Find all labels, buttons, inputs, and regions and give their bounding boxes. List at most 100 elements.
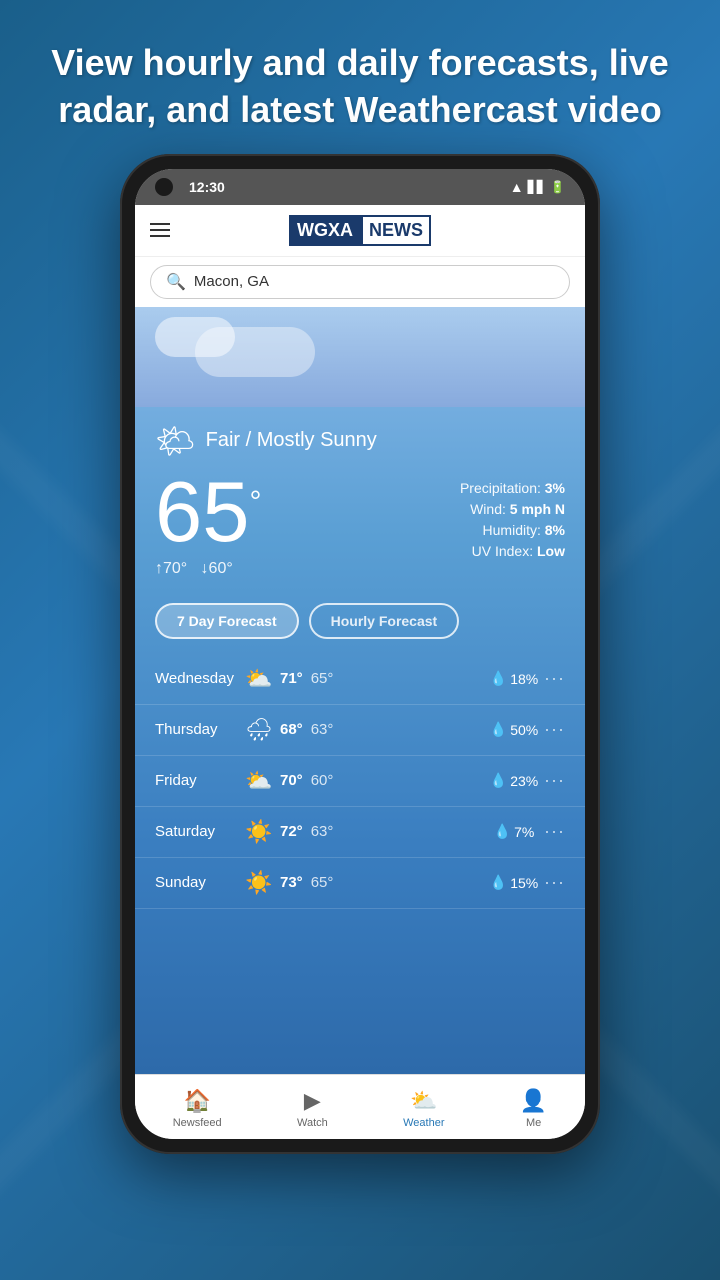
forecast-high: 73° bbox=[280, 874, 303, 891]
forecast-precip: 💧 7% bbox=[484, 823, 544, 840]
temp-range: ↑70° ↓60° bbox=[155, 560, 262, 578]
nav-label-weather: Weather bbox=[403, 1117, 444, 1129]
forecast-temps: 70° 60° bbox=[280, 772, 484, 789]
nav-icon-weather: ⛅ bbox=[410, 1088, 437, 1114]
bottom-nav: 🏠 Newsfeed ▶ Watch ⛅ Weather 👤 Me bbox=[135, 1074, 585, 1139]
precip-icon: 💧 bbox=[490, 772, 507, 789]
forecast-row[interactable]: Wednesday ⛅ 71° 65° 💧 18% ··· bbox=[135, 654, 585, 705]
forecast-precip: 💧 18% bbox=[484, 670, 544, 687]
forecast-tabs: 7 Day Forecast Hourly Forecast bbox=[135, 593, 585, 649]
forecast-precip: 💧 15% bbox=[484, 874, 544, 891]
precipitation-detail: Precipitation: 3% bbox=[460, 480, 565, 496]
status-time: 12:30 bbox=[189, 179, 225, 195]
temperature-section: 65° ↑70° ↓60° bbox=[155, 470, 262, 578]
forecast-precip: 💧 23% bbox=[484, 772, 544, 789]
temperature-value: 65° bbox=[155, 470, 262, 555]
top-nav: WGXA NEWS bbox=[135, 205, 585, 257]
wind-detail: Wind: 5 mph N bbox=[460, 501, 565, 517]
forecast-temps: 68° 63° bbox=[280, 721, 484, 738]
humidity-detail: Humidity: 8% bbox=[460, 522, 565, 538]
degree-symbol: ° bbox=[250, 485, 262, 518]
forecast-day: Saturday bbox=[155, 823, 245, 840]
status-icons: ▲ ▋▋ 🔋 bbox=[510, 179, 565, 195]
forecast-low: 63° bbox=[311, 823, 334, 840]
camera-notch bbox=[155, 178, 173, 196]
weather-condition-icon: 🌤 bbox=[155, 422, 196, 460]
precip-value: 15% bbox=[510, 875, 538, 891]
forecast-low: 65° bbox=[311, 670, 334, 687]
forecast-row[interactable]: Sunday ☀️ 73° 65° 💧 15% ··· bbox=[135, 858, 585, 909]
nav-item-watch[interactable]: ▶ Watch bbox=[282, 1083, 343, 1134]
precip-icon: 💧 bbox=[490, 721, 507, 738]
forecast-low: 65° bbox=[311, 874, 334, 891]
forecast-high: 72° bbox=[280, 823, 303, 840]
forecast-condition-icon: ☀️ bbox=[245, 870, 280, 896]
forecast-row[interactable]: Friday ⛅ 70° 60° 💧 23% ··· bbox=[135, 756, 585, 807]
forecast-condition-icon: 🌧 bbox=[245, 717, 280, 743]
menu-line-3 bbox=[150, 235, 170, 237]
nav-icon-newsfeed: 🏠 bbox=[183, 1088, 210, 1114]
forecast-row[interactable]: Saturday ☀️ 72° 63° 💧 7% ··· bbox=[135, 807, 585, 858]
forecast-high: 70° bbox=[280, 772, 303, 789]
weather-content: 🌤 Fair / Mostly Sunny 65° ↑70° ↓60° bbox=[135, 307, 585, 1074]
uv-detail: UV Index: Low bbox=[460, 543, 565, 559]
precip-icon: 💧 bbox=[494, 823, 511, 840]
menu-line-1 bbox=[150, 223, 170, 225]
forecast-list: Wednesday ⛅ 71° 65° 💧 18% ··· Thursday 🌧… bbox=[135, 649, 585, 914]
nav-label-watch: Watch bbox=[297, 1117, 328, 1129]
forecast-precip: 💧 50% bbox=[484, 721, 544, 738]
nav-item-weather[interactable]: ⛅ Weather bbox=[388, 1083, 459, 1134]
precip-icon: 💧 bbox=[490, 874, 507, 891]
forecast-condition-icon: ☀️ bbox=[245, 819, 280, 845]
forecast-row[interactable]: Thursday 🌧 68° 63° 💧 50% ··· bbox=[135, 705, 585, 756]
nav-label-newsfeed: Newsfeed bbox=[173, 1117, 222, 1129]
weather-sky bbox=[135, 307, 585, 407]
forecast-condition-icon: ⛅ bbox=[245, 768, 280, 794]
forecast-more-icon[interactable]: ··· bbox=[544, 770, 565, 791]
weather-main: 🌤 Fair / Mostly Sunny 65° ↑70° ↓60° bbox=[135, 407, 585, 593]
forecast-more-icon[interactable]: ··· bbox=[544, 719, 565, 740]
forecast-day: Friday bbox=[155, 772, 245, 789]
hamburger-menu[interactable] bbox=[150, 223, 170, 237]
status-bar: 12:30 ▲ ▋▋ 🔋 bbox=[135, 169, 585, 205]
nav-item-me[interactable]: 👤 Me bbox=[505, 1083, 562, 1134]
forecast-temps: 73° 65° bbox=[280, 874, 484, 891]
phone-frame: 12:30 ▲ ▋▋ 🔋 WGXA NEWS 🔍 Ma bbox=[120, 154, 600, 1154]
logo-news: NEWS bbox=[361, 215, 431, 246]
phone-screen: 12:30 ▲ ▋▋ 🔋 WGXA NEWS 🔍 Ma bbox=[135, 169, 585, 1139]
forecast-more-icon[interactable]: ··· bbox=[544, 668, 565, 689]
forecast-high: 71° bbox=[280, 670, 303, 687]
search-wrapper[interactable]: 🔍 Macon, GA bbox=[150, 265, 570, 299]
battery-icon: 🔋 bbox=[550, 180, 565, 194]
weather-condition-text: Fair / Mostly Sunny bbox=[206, 429, 377, 452]
precip-value: 18% bbox=[510, 671, 538, 687]
search-input[interactable]: Macon, GA bbox=[194, 273, 554, 290]
app-headline: View hourly and daily forecasts, live ra… bbox=[0, 0, 720, 154]
forecast-day: Sunday bbox=[155, 874, 245, 891]
app-logo: WGXA NEWS bbox=[289, 215, 431, 246]
nav-item-newsfeed[interactable]: 🏠 Newsfeed bbox=[158, 1083, 237, 1134]
forecast-temps: 71° 65° bbox=[280, 670, 484, 687]
forecast-temps: 72° 63° bbox=[280, 823, 484, 840]
logo-wgxa: WGXA bbox=[289, 215, 361, 246]
forecast-more-icon[interactable]: ··· bbox=[544, 872, 565, 893]
forecast-day: Wednesday bbox=[155, 670, 245, 687]
forecast-condition-icon: ⛅ bbox=[245, 666, 280, 692]
search-bar: 🔍 Macon, GA bbox=[135, 257, 585, 307]
forecast-low: 60° bbox=[311, 772, 334, 789]
forecast-high: 68° bbox=[280, 721, 303, 738]
wifi-icon: ▲ bbox=[510, 179, 524, 195]
forecast-day: Thursday bbox=[155, 721, 245, 738]
seven-day-tab[interactable]: 7 Day Forecast bbox=[155, 603, 299, 639]
precip-value: 23% bbox=[510, 773, 538, 789]
precip-icon: 💧 bbox=[490, 670, 507, 687]
precip-value: 50% bbox=[510, 722, 538, 738]
temp-details-row: 65° ↑70° ↓60° Precipitation: 3% Wind: 5 … bbox=[155, 470, 565, 578]
forecast-low: 63° bbox=[311, 721, 334, 738]
forecast-more-icon[interactable]: ··· bbox=[544, 821, 565, 842]
condition-row: 🌤 Fair / Mostly Sunny bbox=[155, 422, 565, 460]
weather-details: Precipitation: 3% Wind: 5 mph N Humidity… bbox=[460, 470, 565, 559]
signal-icon: ▋▋ bbox=[528, 180, 546, 194]
search-icon: 🔍 bbox=[166, 272, 186, 292]
hourly-tab[interactable]: Hourly Forecast bbox=[309, 603, 460, 639]
